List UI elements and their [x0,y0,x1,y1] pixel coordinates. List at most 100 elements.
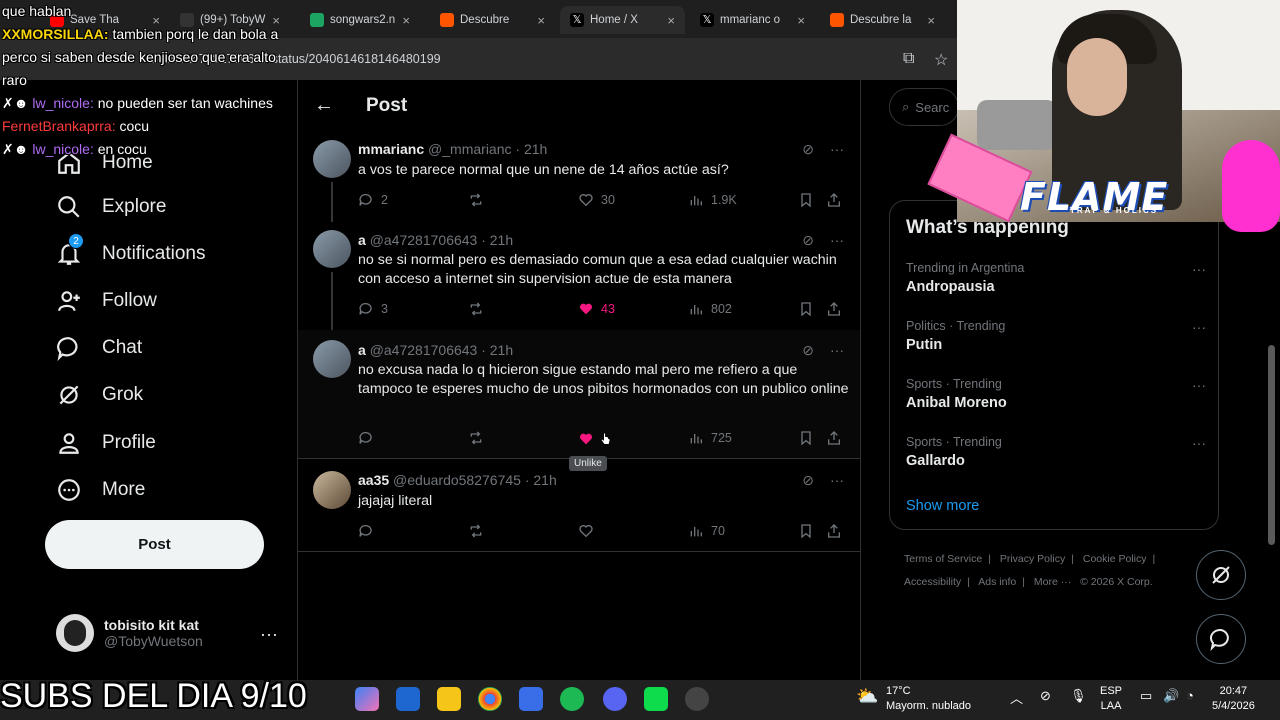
post-button[interactable]: Post [45,520,264,569]
bookmark-button[interactable] [798,523,814,539]
more-dots-icon[interactable]: ··· [1192,435,1206,451]
close-tab-icon[interactable]: × [927,13,935,28]
tweet[interactable]: mmarianc @_mmarianc · 21h ⊘ ··· a vos te… [298,132,860,222]
more-dots-icon[interactable]: ··· [1192,319,1206,335]
views-button[interactable]: 802 [688,301,732,317]
grok-icon[interactable]: ⊘ [802,342,814,359]
discord-icon[interactable] [603,687,627,711]
share-button[interactable] [826,301,842,317]
views-button[interactable]: 1.9K [688,192,737,208]
nav-profile[interactable]: Profile [56,430,156,456]
weather-widget[interactable]: 17°C Mayorm. nublado [886,684,971,714]
unlike-button[interactable] [578,430,613,448]
share-button[interactable] [826,430,842,446]
nav-chat[interactable]: Chat [56,335,142,361]
reply-button[interactable] [358,523,374,539]
footer-link[interactable]: Accessibility [904,576,961,588]
tweet-author[interactable]: a [358,232,366,248]
bookmark-button[interactable] [798,301,814,317]
close-tab-icon[interactable]: × [667,13,675,28]
more-dots-icon[interactable]: ··· [1192,377,1206,393]
install-app-icon[interactable]: ⧉ [903,50,914,68]
views-button[interactable]: 725 [688,430,732,446]
browser-tab[interactable]: songwars2.n × [300,6,420,34]
language-indicator[interactable]: ESP LAA [1100,684,1122,714]
chevron-up-icon[interactable]: ︿ [1010,688,1023,707]
grok-fab[interactable] [1196,550,1246,600]
search-input[interactable]: ⌕ Searc [889,88,959,126]
tweet-author[interactable]: a [358,342,366,358]
more-dots-icon[interactable]: ··· [830,472,844,489]
bookmark-star-icon[interactable]: ☆ [934,50,948,70]
unlike-button[interactable]: 43 [578,301,615,317]
more-dots-icon[interactable]: ··· [830,232,844,249]
volume-icon[interactable]: 🔊 [1163,688,1179,704]
repost-button[interactable] [468,192,484,208]
tweet-author[interactable]: aa35 [358,472,389,488]
close-tab-icon[interactable]: × [797,13,805,28]
copilot-icon[interactable] [355,687,379,711]
footer-link[interactable]: Terms of Service [904,553,982,565]
grok-icon[interactable]: ⊘ [802,472,814,489]
scrollbar[interactable] [1268,345,1275,545]
microphone-icon[interactable]: 🎙 [1070,688,1087,704]
trend-item[interactable]: Sports · Trending Gallardo ··· [906,435,1206,469]
like-button[interactable] [578,523,594,539]
reply-button[interactable]: 3 [358,301,388,317]
repost-button[interactable] [468,430,484,446]
tweet[interactable]: a @a47281706643 · 21h ⊘ ··· no se si nor… [298,220,860,332]
nav-follow[interactable]: Follow [56,288,157,314]
share-button[interactable] [826,523,842,539]
chrome-icon[interactable] [478,687,502,711]
back-arrow-icon[interactable]: ← [314,94,334,117]
clock[interactable]: 20:47 5/4/2026 [1212,684,1255,714]
more-dots-icon[interactable]: ··· [1192,261,1206,277]
browser-tab[interactable]: 𝕏 mmarianc o × [690,6,815,34]
chat-fab[interactable] [1196,614,1246,664]
grok-icon[interactable]: ⊘ [802,232,814,249]
tweet[interactable]: aa35 @eduardo58276745 · 21h ⊘ ··· jajaja… [298,459,860,551]
trend-item[interactable]: Sports · Trending Anibal Moreno ··· [906,377,1206,411]
kick-icon[interactable] [644,687,668,711]
bookmark-button[interactable] [798,192,814,208]
nav-notifications[interactable]: 2 Notifications [56,233,206,267]
footer-link[interactable]: More ··· [1034,576,1071,588]
account-switcher[interactable]: tobisito kit kat @TobyWuetson [56,614,203,652]
like-button[interactable]: 30 [578,192,615,208]
file-explorer-icon[interactable] [437,687,461,711]
browser-tab[interactable]: Descubre la × [820,6,945,34]
trend-item[interactable]: Trending in Argentina Andropausia ··· [906,261,1206,295]
footer-link[interactable]: Ads info [978,576,1016,588]
browser-tab-active[interactable]: 𝕏 Home / X × [560,6,685,34]
trend-item[interactable]: Politics · Trending Putin ··· [906,319,1206,353]
views-button[interactable]: 70 [688,523,725,539]
spotify-icon[interactable] [560,687,584,711]
more-dots-icon[interactable]: ··· [830,141,844,158]
nav-more[interactable]: More [56,477,145,503]
close-tab-icon[interactable]: × [537,13,545,28]
grok-icon[interactable]: ⊘ [802,141,814,158]
outlook-icon[interactable] [396,687,420,711]
tweet-author[interactable]: mmarianc [358,141,424,157]
nav-grok[interactable]: Grok [56,382,143,408]
reply-button[interactable]: 2 [358,192,388,208]
microsoft-store-icon[interactable] [519,687,543,711]
nav-explore[interactable]: Explore [56,194,166,220]
show-more-link[interactable]: Show more [906,498,979,514]
settings-gear-icon[interactable] [685,687,709,711]
repost-button[interactable] [468,301,484,317]
vpn-icon[interactable]: ◔ [1186,688,1194,703]
tweet[interactable]: a @a47281706643 · 21h ⊘ ··· no excusa na… [298,330,860,458]
bookmark-button[interactable] [798,430,814,446]
share-button[interactable] [826,192,842,208]
display-icon[interactable]: ▭ [1140,688,1152,704]
close-tab-icon[interactable]: × [402,13,410,28]
network-off-icon[interactable]: ⊘ [1040,688,1051,704]
more-dots-icon[interactable]: ··· [830,342,844,359]
reply-button[interactable] [358,430,374,446]
browser-tab[interactable]: Descubre × [430,6,555,34]
more-dots-icon[interactable]: ··· [260,624,278,645]
footer-link[interactable]: Privacy Policy [1000,553,1065,565]
footer-link[interactable]: Cookie Policy [1083,553,1147,565]
repost-button[interactable] [468,523,484,539]
